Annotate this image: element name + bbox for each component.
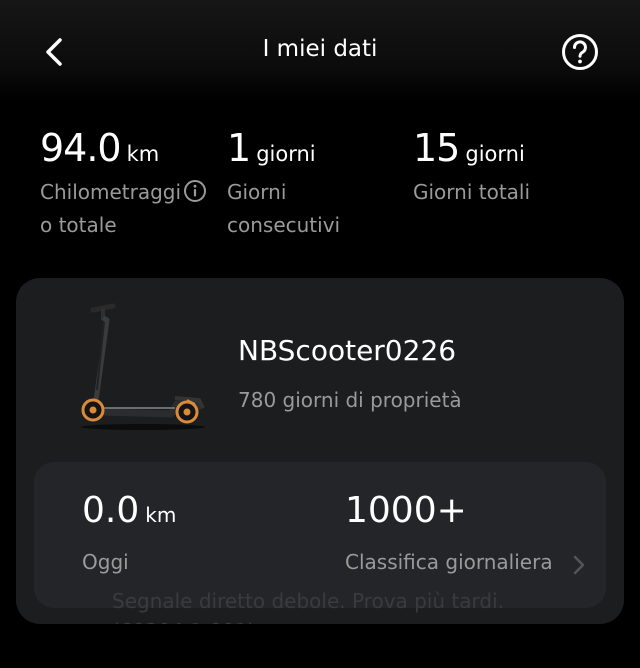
today-distance: 0.0 km bbox=[82, 490, 176, 531]
total-mileage-unit: km bbox=[126, 142, 160, 166]
daily-ranking-value[interactable]: 1000+ bbox=[345, 490, 467, 531]
page-title: I miei dati bbox=[262, 36, 378, 62]
total-mileage-stat[interactable]: 94.0 km Chilometraggi o totale bbox=[40, 126, 215, 242]
consecutive-days-label-line2: consecutivi bbox=[227, 213, 341, 237]
total-days-label: Giorni totali bbox=[413, 176, 588, 209]
chevron-right-icon[interactable] bbox=[572, 554, 586, 576]
total-days-stat: 15 giorni Giorni totali bbox=[413, 126, 588, 209]
ownership-duration: 780 giorni di proprietà bbox=[238, 388, 462, 412]
total-mileage-label-line2: o totale bbox=[40, 213, 117, 237]
consecutive-days-value: 1 bbox=[227, 126, 251, 170]
consecutive-days-label-line1: Giorni bbox=[227, 180, 287, 204]
scooter-name: NBScooter0226 bbox=[238, 334, 457, 367]
today-label: Oggi bbox=[82, 550, 129, 574]
info-circle-icon[interactable] bbox=[183, 179, 207, 203]
total-days-label-line1: Giorni totali bbox=[413, 180, 531, 204]
today-distance-unit: km bbox=[145, 503, 177, 527]
consecutive-days-unit: giorni bbox=[256, 142, 316, 166]
daily-ranking-label[interactable]: Classifica giornaliera bbox=[345, 550, 553, 574]
toast-message: Segnale diretto debole. Prova più tardi. bbox=[112, 589, 505, 613]
total-mileage-label: Chilometraggi o totale bbox=[40, 176, 215, 242]
total-days-value: 15 bbox=[413, 126, 460, 170]
scooter-image bbox=[81, 303, 205, 430]
today-distance-value: 0.0 bbox=[82, 490, 140, 531]
scooter-card[interactable]: NBScooter0226 780 giorni di proprietà 0.… bbox=[16, 278, 624, 624]
weak-signal-toast: Segnale diretto debole. Prova più tardi.… bbox=[112, 586, 504, 624]
total-mileage-label-line1: Chilometraggi bbox=[40, 180, 182, 204]
question-circle-icon[interactable] bbox=[560, 32, 600, 72]
top-bar: I miei dati bbox=[0, 0, 640, 100]
toast-code: (60204 1:001) bbox=[112, 616, 504, 624]
consecutive-days-stat: 1 giorni Giorni consecutivi bbox=[227, 126, 402, 242]
total-mileage-value: 94.0 bbox=[40, 126, 122, 170]
total-days-unit: giorni bbox=[465, 142, 525, 166]
consecutive-days-label: Giorni consecutivi bbox=[227, 176, 402, 242]
